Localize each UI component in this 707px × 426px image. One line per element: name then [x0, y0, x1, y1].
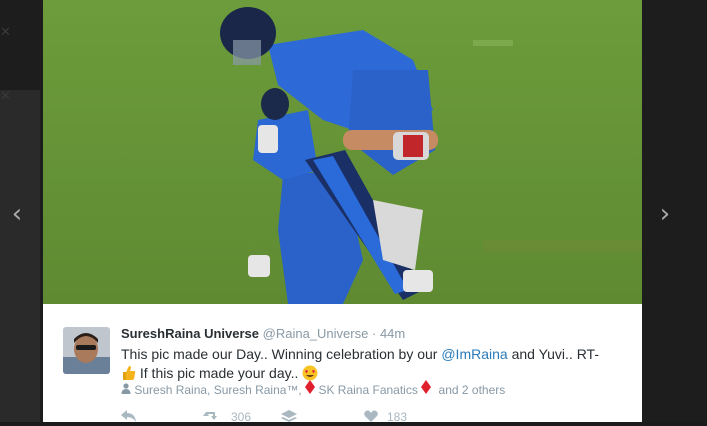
tweet-text-part: and Yuvi.. RT-: [507, 346, 600, 362]
mentioned-group[interactable]: SK Raina Fanatics: [318, 383, 417, 397]
tweet-header: SureshRaina Universe @Raina_Universe · 4…: [121, 326, 405, 341]
chevron-right-icon[interactable]: ›: [654, 200, 676, 228]
reply-icon[interactable]: [121, 410, 137, 425]
background-panel: [0, 90, 40, 422]
avatar[interactable]: [63, 327, 110, 374]
user-handle[interactable]: @Raina_Universe: [263, 326, 369, 341]
mention-link[interactable]: @ImRaina: [441, 346, 507, 362]
tweet-card[interactable]: SureshRaina Universe @Raina_Universe · 4…: [43, 304, 642, 424]
close-icon[interactable]: ✕: [0, 24, 11, 40]
tweet-text-part: If this pic made your day..: [136, 365, 299, 381]
stack-icon[interactable]: [281, 410, 297, 425]
timestamp[interactable]: 44m: [380, 326, 405, 341]
retweet-icon[interactable]: [203, 410, 221, 425]
red-diamond-icon: [421, 380, 434, 397]
cricket-celebration-image: [43, 0, 642, 304]
user-icon: [121, 383, 134, 397]
close-icon[interactable]: ✕: [0, 88, 11, 104]
tweet-actions: 306 183: [121, 410, 601, 426]
heart-icon[interactable]: [364, 410, 378, 425]
chevron-left-icon[interactable]: ‹: [6, 200, 28, 228]
mentioned-users[interactable]: Suresh Raina, Suresh Raina™,: [134, 383, 301, 397]
separator: ·: [371, 326, 377, 341]
tweet-text-part: This pic made our Day.. Winning celebrat…: [121, 346, 442, 362]
tweet-photo[interactable]: [43, 0, 642, 304]
display-name[interactable]: SureshRaina Universe: [121, 326, 259, 341]
red-diamond-icon: [305, 380, 318, 397]
mentions-summary[interactable]: Suresh Raina, Suresh Raina™, SK Raina Fa…: [121, 380, 505, 397]
mentioned-others[interactable]: and 2 others: [439, 383, 506, 397]
